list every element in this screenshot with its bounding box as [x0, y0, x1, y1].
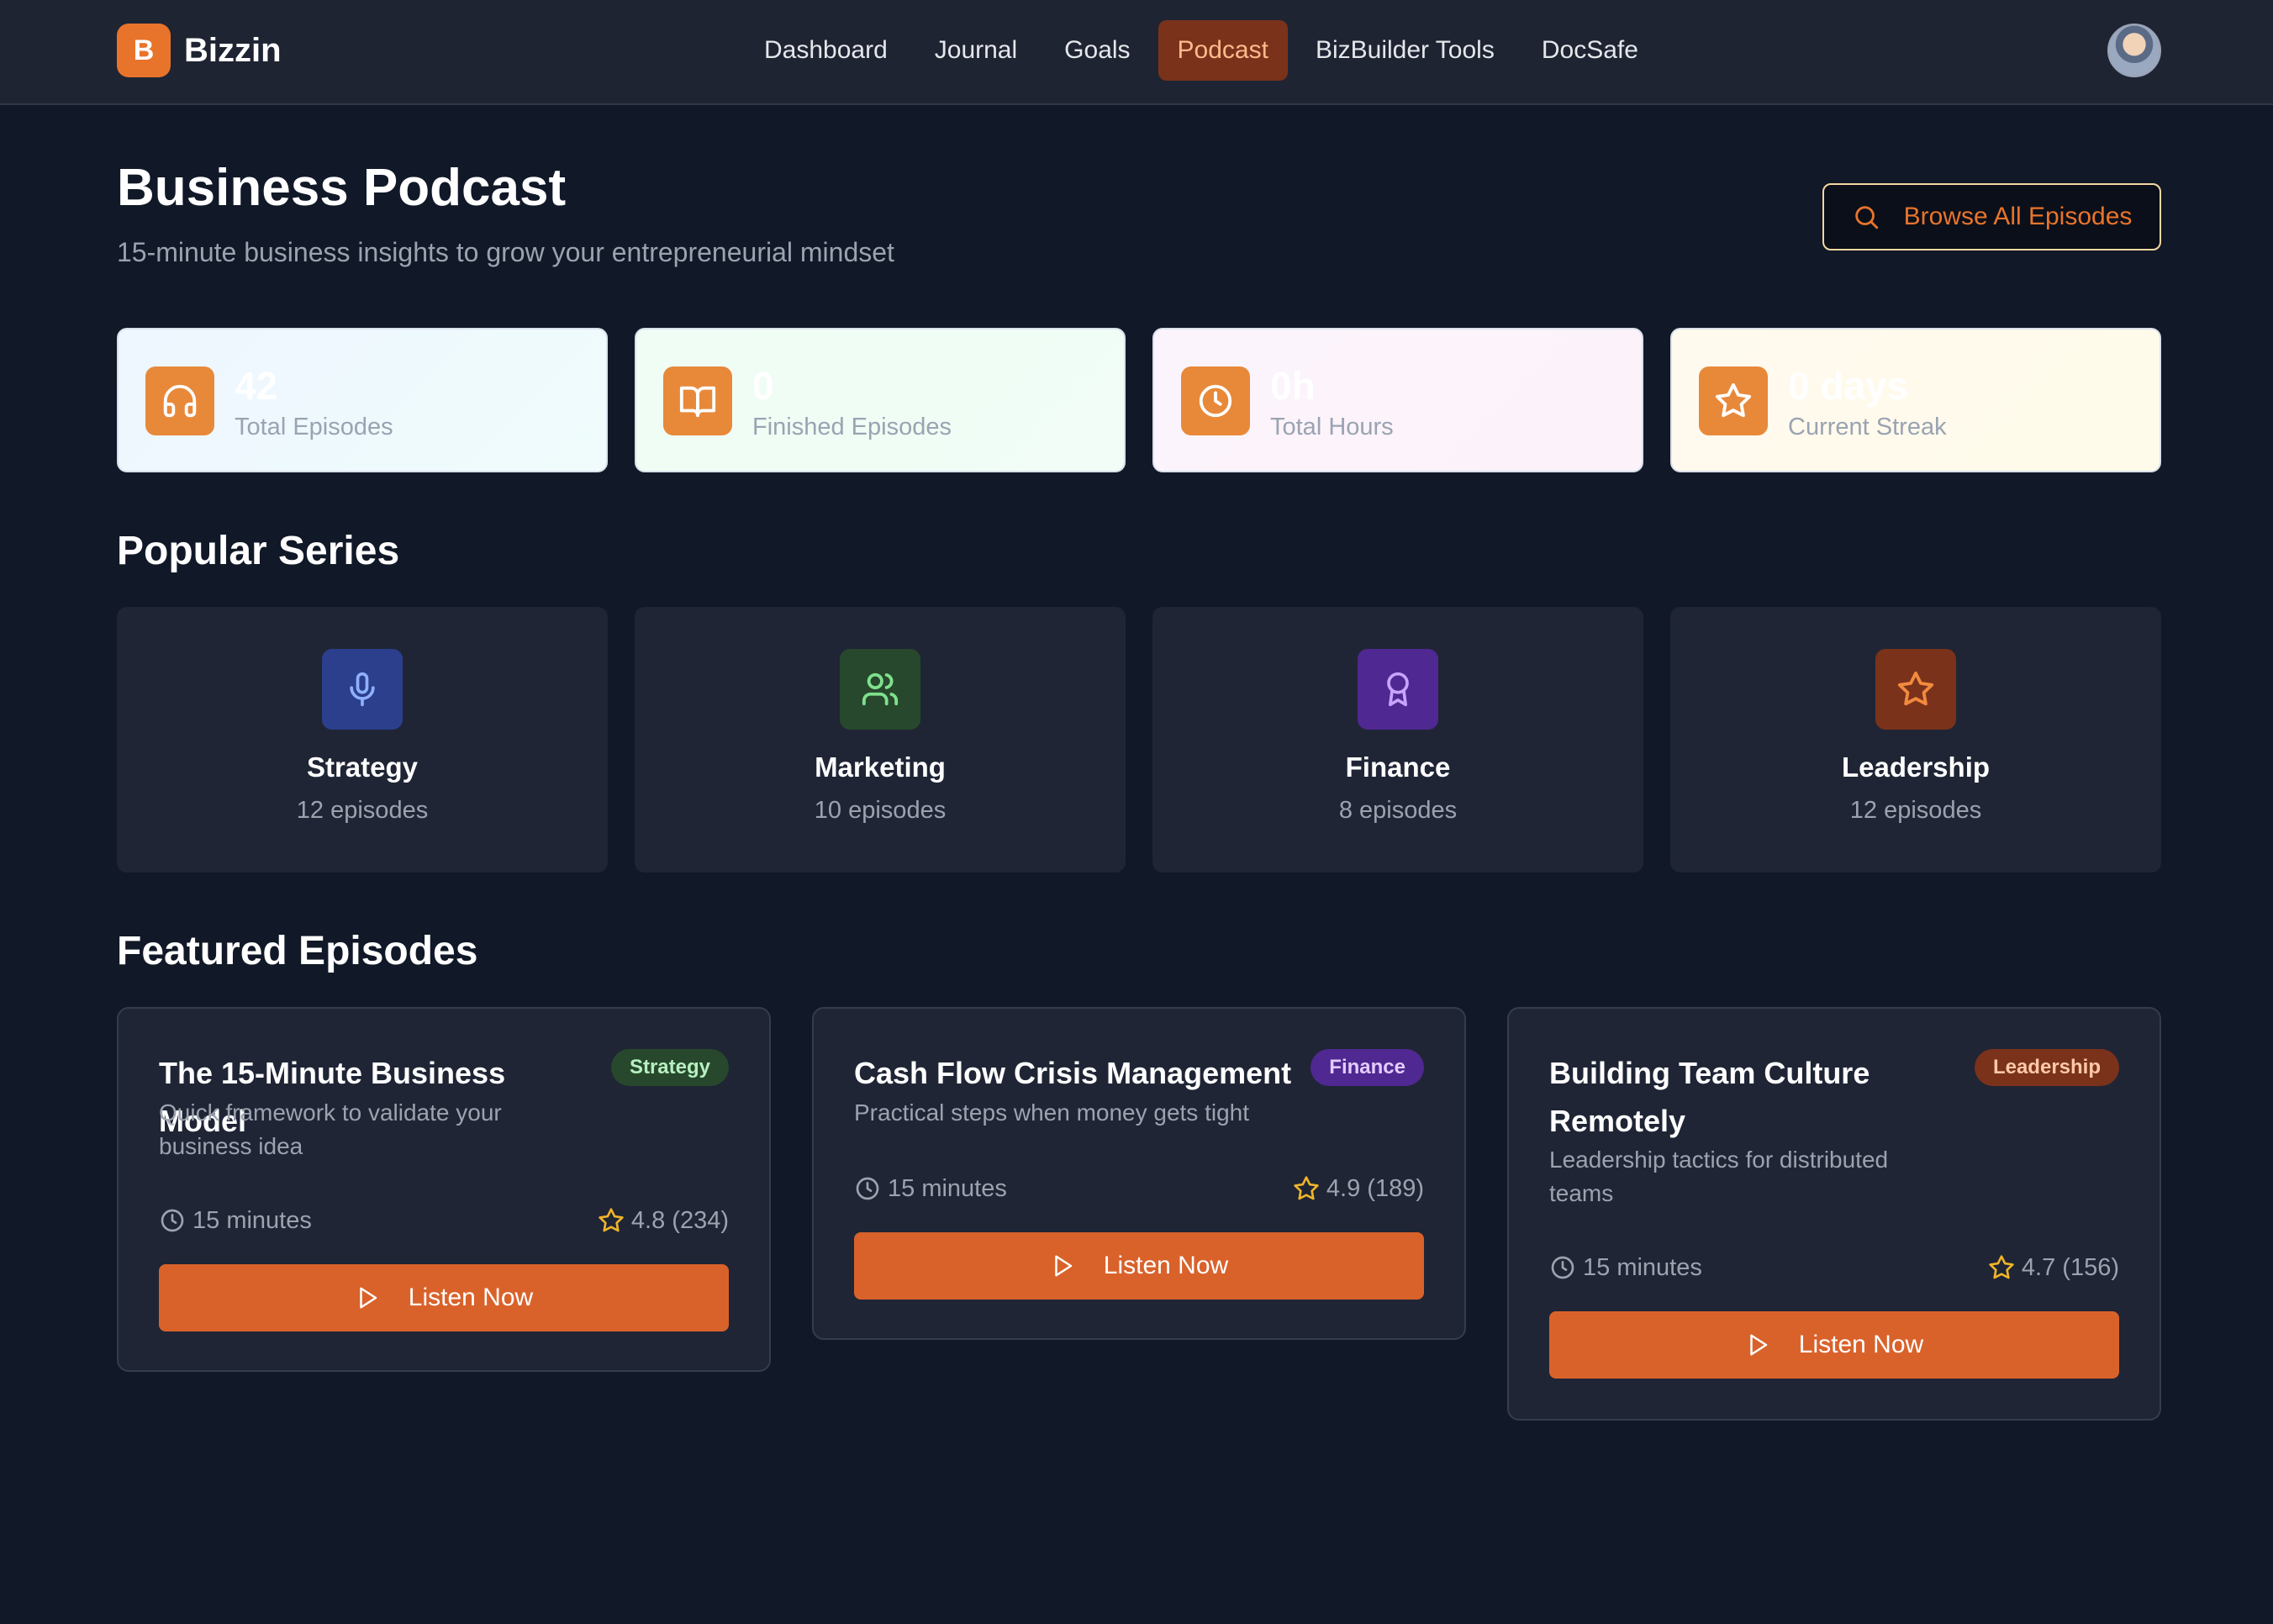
play-icon [360, 1287, 377, 1309]
star-icon [1875, 649, 1956, 730]
rating-text: 4.8 (234) [630, 1206, 729, 1234]
award-icon [1358, 649, 1438, 730]
rating: 4.7 (156) [1988, 1254, 2119, 1282]
series-count: 10 episodes [814, 797, 947, 824]
category-badge: Leadership [1974, 1049, 2119, 1086]
stat-label: Total Episodes [235, 414, 393, 440]
series-card-marketing[interactable]: Marketing 10 episodes [635, 607, 1126, 873]
featured-episodes-title: Featured Episodes [117, 929, 478, 973]
series-name: Marketing [815, 751, 946, 783]
rating: 4.9 (189) [1293, 1175, 1424, 1203]
episode-description: Leadership tactics for distributed teams [1549, 1147, 1889, 1206]
nav-item-goals[interactable]: Goals [1045, 20, 1149, 81]
nav-item-podcast[interactable]: Podcast [1158, 20, 1288, 81]
duration: 15 minutes [854, 1175, 1007, 1203]
nav-links: Dashboard Journal Goals Podcast BizBuild… [745, 20, 1666, 81]
stat-card-total-episodes: 42 Total Episodes [117, 328, 608, 472]
episode-title: Building Team Culture Remotely [1549, 1056, 1870, 1138]
series-name: Finance [1345, 751, 1451, 783]
category-badge: Finance [1311, 1049, 1424, 1086]
episode-meta: 15 minutes 4.7 (156) [1549, 1251, 2119, 1284]
category-badge: Strategy [610, 1049, 729, 1086]
stat-card-current-streak: 0 days Current Streak [1670, 328, 2161, 472]
headphones-icon [145, 366, 214, 435]
episode-card: The 15-Minute Business Model Strategy Qu… [117, 1007, 771, 1372]
browse-all-episodes-label: Browse All Episodes [1903, 203, 2133, 230]
star-icon [1699, 366, 1768, 435]
episode-meta: 15 minutes 4.8 (234) [159, 1204, 729, 1237]
duration-text: 15 minutes [888, 1174, 1007, 1202]
nav-item-docsafe[interactable]: DocSafe [1522, 20, 1658, 81]
play-icon [1055, 1255, 1073, 1277]
clock-icon [1551, 1256, 1574, 1279]
episode-meta: 15 minutes 4.9 (189) [854, 1172, 1424, 1205]
episode-title: Cash Flow Crisis Management [854, 1056, 1292, 1090]
rating-text: 4.9 (189) [1326, 1174, 1424, 1202]
rating: 4.8 (234) [598, 1207, 729, 1235]
series-count: 12 episodes [296, 797, 429, 824]
series-card-strategy[interactable]: Strategy 12 episodes [117, 607, 608, 873]
stat-value: 0 [752, 364, 774, 408]
listen-now-button[interactable]: Listen Now [159, 1264, 729, 1331]
series-count: 12 episodes [1849, 797, 1982, 824]
series-count: 8 episodes [1338, 797, 1458, 824]
episode-description: Practical steps when money gets tight [854, 1099, 1250, 1126]
duration: 15 minutes [159, 1207, 312, 1235]
listen-now-label: Listen Now [408, 1284, 534, 1311]
popular-series-title: Popular Series [117, 529, 400, 573]
browse-all-episodes-button[interactable]: Browse All Episodes [1822, 183, 2161, 250]
nav-item-dashboard[interactable]: Dashboard [745, 20, 907, 81]
clock-icon [1181, 366, 1250, 435]
search-icon [1854, 206, 1878, 229]
series-name: Leadership [1841, 751, 1991, 783]
play-icon [1750, 1334, 1768, 1356]
stat-value: 0h [1270, 364, 1316, 408]
listen-now-button[interactable]: Listen Now [854, 1232, 1424, 1300]
stat-card-total-hours: 0h Total Hours [1152, 328, 1643, 472]
page-subtitle: 15-minute business insights to grow your… [117, 237, 894, 267]
rating-text: 4.7 (156) [2021, 1253, 2119, 1281]
listen-now-button[interactable]: Listen Now [1549, 1311, 2119, 1379]
star-icon [1989, 1255, 2014, 1279]
episode-description: Quick framework to validate your busines… [159, 1099, 502, 1159]
duration-text: 15 minutes [192, 1206, 312, 1234]
microphone-icon [322, 649, 403, 730]
series-name: Strategy [306, 751, 419, 783]
book-open-icon [663, 366, 732, 435]
star-icon [599, 1208, 624, 1232]
listen-now-label: Listen Now [1103, 1252, 1229, 1279]
clock-icon [856, 1177, 879, 1200]
nav-item-bizbuilder-tools[interactable]: BizBuilder Tools [1296, 20, 1514, 81]
star-icon [1294, 1176, 1319, 1200]
episode-card: Building Team Culture Remotely Leadershi… [1507, 1007, 2161, 1421]
page-title: Business Podcast [117, 159, 567, 217]
user-avatar[interactable] [2107, 24, 2161, 77]
episode-card: Cash Flow Crisis Management Finance Prac… [812, 1007, 1466, 1340]
stat-value: 42 [235, 364, 278, 408]
nav-item-journal[interactable]: Journal [915, 20, 1036, 81]
listen-now-label: Listen Now [1798, 1331, 1924, 1358]
users-icon [840, 649, 920, 730]
duration: 15 minutes [1549, 1254, 1702, 1282]
duration-text: 15 minutes [1583, 1253, 1702, 1281]
top-navbar: B Bizzin Dashboard Journal Goals Podcast… [0, 0, 2273, 105]
clock-icon [161, 1209, 184, 1232]
series-card-finance[interactable]: Finance 8 episodes [1152, 607, 1643, 873]
brand[interactable]: B Bizzin [117, 24, 282, 77]
stat-label: Current Streak [1788, 414, 1947, 440]
stat-value: 0 days [1788, 364, 1909, 408]
stat-label: Finished Episodes [752, 414, 952, 440]
brand-logo: B [117, 24, 171, 77]
stat-card-finished-episodes: 0 Finished Episodes [635, 328, 1126, 472]
stat-label: Total Hours [1270, 414, 1394, 440]
series-card-leadership[interactable]: Leadership 12 episodes [1670, 607, 2161, 873]
brand-name: Bizzin [184, 31, 282, 69]
